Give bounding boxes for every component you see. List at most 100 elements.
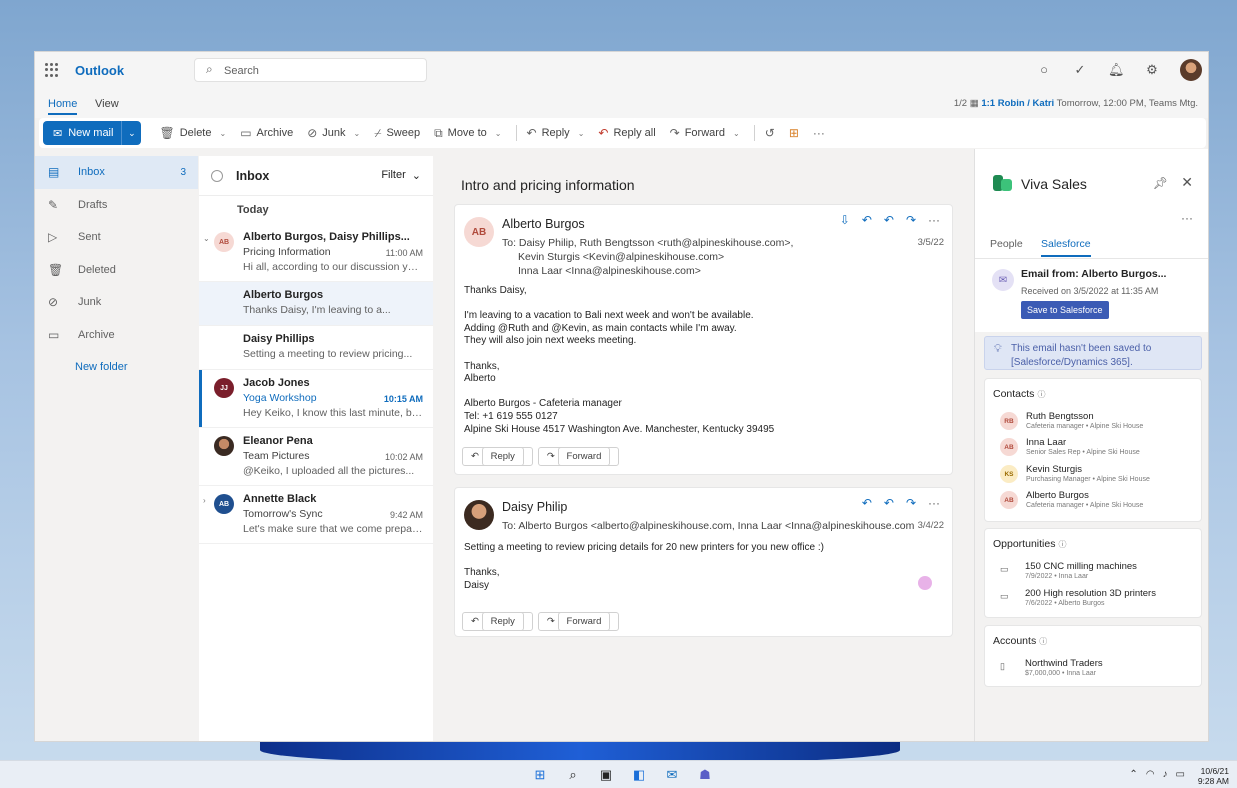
sweep-button[interactable]: ⌿ Sweep	[374, 126, 420, 141]
user-avatar[interactable]	[1180, 59, 1202, 81]
account-row[interactable]: ▯ Northwind Traders $7,000,000 • Inna Laa…	[1000, 658, 1103, 677]
reply-button[interactable]: ↶ Reply	[462, 447, 533, 466]
sender-name[interactable]: Daisy Philip	[502, 500, 567, 514]
tab-people[interactable]: People	[990, 238, 1023, 250]
tab-home[interactable]: Home	[48, 98, 78, 115]
tab-view[interactable]: View	[95, 98, 119, 110]
drafts-icon: ✎	[48, 197, 59, 212]
forward-icon[interactable]: ↷	[906, 213, 916, 227]
nav-item-junk[interactable]: ⊘ Junk	[35, 286, 198, 319]
more-icon[interactable]: ···	[928, 496, 940, 510]
nav-item-drafts[interactable]: ✎ Drafts	[35, 189, 198, 222]
broom-icon: ⌿	[374, 125, 382, 140]
message-item[interactable]: Daisy Phillips Setting a meeting to revi…	[199, 326, 433, 370]
outlook-app-icon[interactable]: ✉	[662, 766, 682, 784]
tab-salesforce[interactable]: Salesforce	[1041, 238, 1091, 257]
apps-button[interactable]: ⊞	[789, 126, 799, 140]
app-launcher-icon[interactable]	[45, 63, 59, 77]
info-icon[interactable]: ⓘ	[1039, 637, 1047, 646]
search-icon[interactable]: ⌕	[563, 766, 583, 784]
forward-button[interactable]: ↷ Forward	[537, 612, 620, 631]
meeting-detail: Tomorrow, 12:00 PM, Teams Mtg.	[1056, 98, 1198, 109]
nav-item-archive[interactable]: ▭ Archive	[35, 319, 198, 352]
message-item[interactable]: ⌄ AB Alberto Burgos, Daisy Phillips... P…	[199, 224, 433, 282]
reply-button[interactable]: ↶ Reply ⌄	[527, 126, 585, 140]
contact-avatar: KS	[1000, 465, 1018, 483]
reply-button[interactable]: ↶ Reply	[462, 612, 533, 631]
select-all-checkbox[interactable]	[211, 169, 223, 182]
message-sender: Daisy Phillips	[243, 333, 315, 345]
reply-icon[interactable]: ↶	[862, 496, 872, 510]
contact-row[interactable]: AB Inna Laar Senior Sales Rep • Alpine Sk…	[1000, 437, 1140, 456]
reply-all-button[interactable]: ↶ Reply all	[598, 126, 655, 140]
mail-icon: ✉	[53, 127, 63, 140]
wifi-icon[interactable]: ◠	[1146, 769, 1155, 780]
task-view-icon[interactable]: ▣	[596, 766, 616, 784]
junk-button[interactable]: ⊘ Junk ⌄	[307, 126, 360, 140]
block-icon: ⊘	[307, 126, 318, 140]
bell-icon[interactable]: 🔔︎	[1108, 62, 1125, 78]
chevron-up-icon[interactable]: ⌃	[1129, 769, 1137, 780]
message-item[interactable]: JJ Jacob Jones Yoga Workshop 10:15 AM He…	[199, 370, 433, 428]
filter-button[interactable]: Filter ⌄	[381, 169, 421, 182]
forward-label: Forward	[684, 127, 726, 139]
message-item[interactable]: › AB Annette Black Tomorrow's Sync 9:42 …	[199, 486, 433, 544]
close-icon[interactable]: ✕	[1181, 174, 1193, 191]
more-icon[interactable]: ···	[928, 213, 940, 227]
new-mail-button[interactable]: ✉ New mail	[43, 121, 121, 145]
opportunity-row[interactable]: ▭ 200 High resolution 3D printers 7/6/202…	[1000, 588, 1156, 607]
more-icon[interactable]: ···	[1181, 211, 1193, 225]
opportunity-row[interactable]: ▭ 150 CNC milling machines 7/9/2022 • Inn…	[1000, 561, 1137, 580]
undo-button[interactable]: ↺	[765, 126, 775, 140]
archive-button[interactable]: ▭ Archive	[240, 126, 293, 140]
app-title[interactable]: Outlook	[75, 63, 124, 78]
new-mail-dropdown[interactable]: ⌄	[121, 121, 141, 145]
contact-row[interactable]: RB Ruth Bengtsson Cafeteria manager • Alp…	[1000, 411, 1143, 430]
info-icon[interactable]: ⓘ	[1037, 390, 1045, 399]
teams-app-icon[interactable]: ☗	[695, 766, 715, 784]
conversation-subject: Intro and pricing information	[461, 177, 635, 193]
new-folder-link[interactable]: New folder	[35, 351, 198, 383]
nav-item-sent[interactable]: ▷ Sent	[35, 221, 198, 254]
contact-row[interactable]: KS Kevin Sturgis Purchasing Manager • Alp…	[1000, 464, 1150, 483]
reply-all-icon[interactable]: ↶	[884, 213, 894, 227]
undo-icon: ↺	[764, 126, 775, 140]
message-item[interactable]: Eleanor Pena Team Pictures 10:02 AM @Kei…	[199, 428, 433, 486]
chevron-right-icon[interactable]: ›	[203, 496, 206, 505]
system-clock[interactable]: 10/6/21 9:28 AM	[1198, 766, 1229, 786]
forward-icon[interactable]: ↷	[906, 496, 916, 510]
forward-button[interactable]: ↷ Forward	[537, 447, 620, 466]
viva-save-icon[interactable]: ⇩	[840, 213, 850, 227]
speaker-icon[interactable]: ♪	[1163, 769, 1168, 780]
search-input[interactable]: ⌕ Search	[194, 58, 427, 82]
contact-name: Alberto Burgos	[1026, 490, 1089, 501]
reply-icon[interactable]: ↶	[862, 213, 872, 227]
chevron-down-icon: ⌄	[577, 128, 585, 138]
forward-button[interactable]: ↷ Forward ⌄	[670, 126, 740, 140]
reply-all-label: Reply all	[613, 127, 656, 139]
unsaved-notice: 💡︎ This email hasn't been saved to [Sale…	[984, 336, 1202, 370]
contact-row[interactable]: AB Alberto Burgos Cafeteria manager • Alp…	[1000, 490, 1143, 509]
info-icon[interactable]: ⓘ	[1058, 540, 1066, 549]
chevron-down-icon[interactable]: ⌄	[203, 234, 210, 243]
delete-button[interactable]: 🗑︎ Delete ⌄	[159, 126, 226, 140]
move-to-button[interactable]: ⧉ Move to ⌄	[434, 126, 501, 141]
upcoming-meeting[interactable]: 1/2 ▦ 1:1 Robin / Katri Tomorrow, 12:00 …	[954, 98, 1198, 109]
message-item[interactable]: Alberto Burgos Thanks Daisy, I'm leaving…	[199, 282, 433, 326]
meeting-title: 1:1 Robin / Katri	[981, 98, 1055, 109]
loop-icon[interactable]: ○	[1036, 62, 1052, 78]
start-icon[interactable]: ⊞	[530, 766, 550, 784]
gear-icon[interactable]: ⚙	[1144, 62, 1160, 78]
body-line: Thanks Daisy,	[464, 285, 527, 296]
widgets-icon[interactable]: ◧	[629, 766, 649, 784]
sender-name[interactable]: Alberto Burgos	[502, 217, 585, 231]
reply-label: Reply	[541, 127, 570, 139]
nav-item-deleted[interactable]: 🗑︎ Deleted	[35, 254, 198, 287]
more-options-button[interactable]: ···	[813, 126, 825, 140]
battery-icon[interactable]: ▭	[1176, 769, 1185, 780]
todo-icon[interactable]: ✓	[1072, 62, 1088, 78]
reply-all-icon[interactable]: ↶	[884, 496, 894, 510]
pin-icon[interactable]: 📌︎	[1153, 176, 1168, 190]
save-to-salesforce-button[interactable]: Save to Salesforce	[1021, 301, 1109, 319]
nav-item-inbox[interactable]: ▤ Inbox 3	[35, 156, 198, 189]
